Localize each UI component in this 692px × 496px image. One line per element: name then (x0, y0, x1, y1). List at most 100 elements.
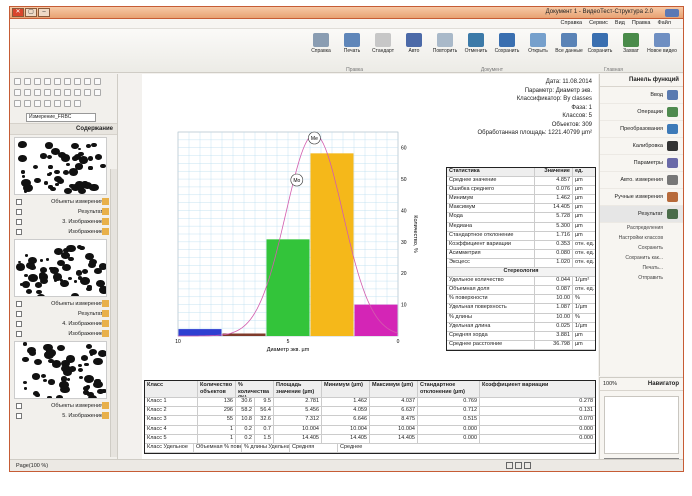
function-item[interactable]: Параметры (600, 155, 683, 172)
close-button[interactable]: ✕ (12, 8, 24, 17)
tree-checkbox[interactable] (16, 311, 22, 317)
tree-item[interactable]: Изображение (10, 227, 117, 237)
function-item[interactable]: Авто. измерения (600, 172, 683, 189)
minimize-button[interactable]: – (38, 8, 50, 17)
function-item[interactable]: Ручные измерения (600, 189, 683, 206)
tree-checkbox[interactable] (16, 403, 22, 409)
toolbar-button[interactable]: Захват (616, 31, 646, 67)
toolbar-button[interactable]: Печать (337, 31, 367, 67)
toolbar-button[interactable]: Повторить (430, 31, 460, 67)
function-item[interactable]: Ввод (600, 87, 683, 104)
submenu-label: Распределения (626, 225, 663, 231)
tool-icon[interactable] (64, 78, 71, 85)
tool-icon[interactable] (74, 78, 81, 85)
image-thumbnail[interactable] (14, 137, 107, 195)
tool-icon[interactable] (54, 78, 61, 85)
menu-item[interactable]: Вид (615, 20, 625, 26)
toolbar-button[interactable]: Сохранить (585, 31, 615, 67)
tree-checkbox[interactable] (16, 413, 22, 419)
tool-icon[interactable] (24, 78, 31, 85)
tool-icon[interactable] (74, 100, 81, 107)
particle-dot (83, 374, 94, 383)
view-single-icon[interactable] (506, 462, 513, 469)
maximize-button[interactable]: ▢ (25, 8, 37, 17)
image-thumbnail[interactable] (14, 239, 107, 297)
tree-item[interactable]: Результат (10, 309, 117, 319)
menu-item[interactable]: Справка (561, 20, 583, 26)
toolbar-button[interactable]: Справка (306, 31, 336, 67)
tree-item[interactable]: Изображение (10, 329, 117, 339)
image-thumbnail[interactable] (14, 341, 107, 399)
tree-checkbox[interactable] (16, 331, 22, 337)
tool-icon[interactable] (44, 78, 51, 85)
menu-item[interactable]: Сервис (589, 20, 608, 26)
function-item[interactable]: Результат (600, 206, 683, 223)
submenu-item[interactable]: Печать... (600, 263, 683, 273)
tree-item[interactable]: Объекты измерения (10, 299, 117, 309)
toolbar-button[interactable]: Отменить (461, 31, 491, 67)
tool-icon[interactable] (84, 78, 91, 85)
tree-item[interactable]: 4. Изображение (10, 319, 117, 329)
tool-icon[interactable] (34, 100, 41, 107)
toolbar-button[interactable]: Все данные (554, 31, 584, 67)
tool-icon[interactable] (14, 78, 21, 85)
submenu-label: Сохранить (638, 245, 663, 251)
submenu-item[interactable]: Отправить (600, 273, 683, 283)
tool-icon[interactable] (54, 100, 61, 107)
view-fit-icon[interactable] (524, 462, 531, 469)
tree-item[interactable]: Объекты измерения (10, 401, 117, 411)
tree-item[interactable]: Результат (10, 207, 117, 217)
tree-checkbox[interactable] (16, 229, 22, 235)
stats-name: Эксцесс (447, 258, 535, 268)
toolbar-button[interactable]: Открыть (523, 31, 553, 67)
tool-icon[interactable] (64, 100, 71, 107)
function-item[interactable]: Преобразования (600, 121, 683, 138)
toolbar-button[interactable]: Сохранить (492, 31, 522, 67)
content-scrollbar[interactable] (110, 169, 117, 457)
tool-icon[interactable] (34, 78, 41, 85)
tree-checkbox[interactable] (16, 321, 22, 327)
submenu-item[interactable]: Сохранить как... (600, 253, 683, 263)
tool-icon[interactable] (44, 89, 51, 96)
window-title: Документ 1 - ВидеоТест-Структура 2.0 (545, 9, 653, 15)
function-item[interactable]: Операции (600, 104, 683, 121)
toolbar-button[interactable]: Новое видео (647, 31, 677, 67)
submenu-item[interactable]: Настройки классов (600, 233, 683, 243)
particle-dot (25, 289, 32, 295)
measurement-combo[interactable]: Измерение_FRBC (26, 113, 96, 122)
x-axis-label: Диаметр экв. µm (267, 347, 310, 353)
status-zoom[interactable]: Page(100 %) (16, 463, 48, 469)
tree-checkbox[interactable] (16, 301, 22, 307)
tool-icon[interactable] (24, 100, 31, 107)
tool-icon[interactable] (74, 89, 81, 96)
tool-icon[interactable] (54, 89, 61, 96)
tool-icon[interactable] (94, 78, 101, 85)
tool-icon[interactable] (94, 89, 101, 96)
tree-item[interactable]: 5. Изображение (10, 411, 117, 421)
tree-checkbox[interactable] (16, 199, 22, 205)
navigator-zoom[interactable]: 100% (603, 381, 617, 387)
tree-checkbox[interactable] (16, 219, 22, 225)
particle-dot (35, 393, 40, 397)
tool-icon[interactable] (44, 100, 51, 107)
toolbar-button[interactable]: Авто (399, 31, 429, 67)
tool-icon[interactable] (84, 89, 91, 96)
submenu-item[interactable]: Сохранить (600, 243, 683, 253)
tool-icon[interactable] (14, 89, 21, 96)
navigator-preview[interactable] (604, 396, 679, 454)
tree-checkbox[interactable] (16, 209, 22, 215)
tree-item[interactable]: 3. Изображение (10, 217, 117, 227)
tool-icon[interactable] (24, 89, 31, 96)
submenu-item[interactable]: Распределения (600, 223, 683, 233)
tree-item[interactable]: Объекты измерения (10, 197, 117, 207)
tool-icon[interactable] (64, 89, 71, 96)
view-double-icon[interactable] (515, 462, 522, 469)
toolbar-button[interactable]: Стандарт (368, 31, 398, 67)
particle-dot (57, 344, 66, 352)
tool-icon[interactable] (34, 89, 41, 96)
tool-icon[interactable] (14, 100, 21, 107)
function-item[interactable]: Калибровка (600, 138, 683, 155)
menu-item[interactable]: Файл (657, 20, 671, 26)
menu-item[interactable]: Правка (632, 20, 651, 26)
particle-dot (40, 374, 46, 379)
